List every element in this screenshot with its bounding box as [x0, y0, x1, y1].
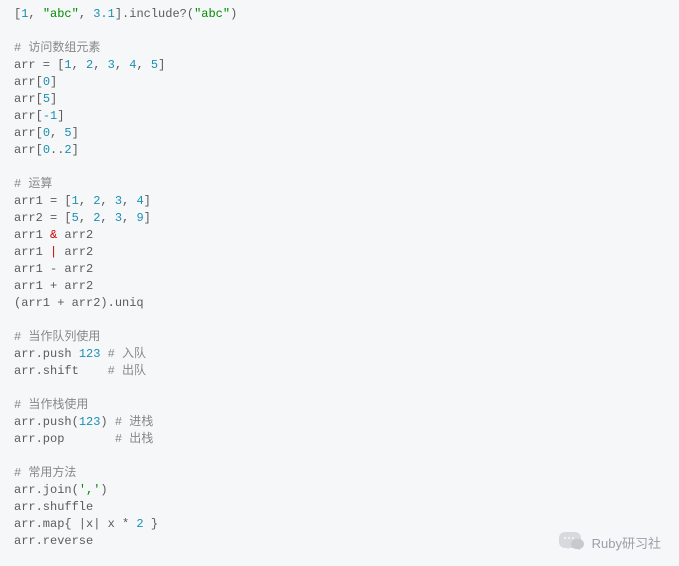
code-line: arr1 | arr2	[14, 244, 665, 261]
code-line: arr.shuffle	[14, 499, 665, 516]
watermark: Ruby研习社	[557, 532, 661, 554]
code-line: arr.push 123 # 入队	[14, 346, 665, 363]
code-line: arr = [1, 2, 3, 4, 5]	[14, 57, 665, 74]
code-block: [1, "abc", 3.1].include?("abc") # 访问数组元素…	[0, 0, 679, 556]
code-line: arr1 - arr2	[14, 261, 665, 278]
code-line: arr.map{ |x| x * 2 }	[14, 516, 665, 533]
chat-bubble-icon	[557, 532, 585, 554]
code-line: arr.shift # 出队	[14, 363, 665, 380]
code-line: arr.pop # 出栈	[14, 431, 665, 448]
code-comment: # 访问数组元素	[14, 40, 665, 57]
code-line: arr[0]	[14, 74, 665, 91]
code-line: arr1 + arr2	[14, 278, 665, 295]
code-line: arr[5]	[14, 91, 665, 108]
code-line: arr.push(123) # 进栈	[14, 414, 665, 431]
code-line: arr[0..2]	[14, 142, 665, 159]
code-comment: # 运算	[14, 176, 665, 193]
code-line: arr[-1]	[14, 108, 665, 125]
code-line: arr.join(',')	[14, 482, 665, 499]
code-line: (arr1 + arr2).uniq	[14, 295, 665, 312]
code-comment: # 当作栈使用	[14, 397, 665, 414]
code-comment: # 常用方法	[14, 465, 665, 482]
code-line: [1, "abc", 3.1].include?("abc")	[14, 6, 665, 23]
code-line: arr1 & arr2	[14, 227, 665, 244]
code-line: arr1 = [1, 2, 3, 4]	[14, 193, 665, 210]
code-line: arr2 = [5, 2, 3, 9]	[14, 210, 665, 227]
code-line: arr[0, 5]	[14, 125, 665, 142]
watermark-label: Ruby研习社	[592, 535, 661, 552]
code-comment: # 当作队列使用	[14, 329, 665, 346]
